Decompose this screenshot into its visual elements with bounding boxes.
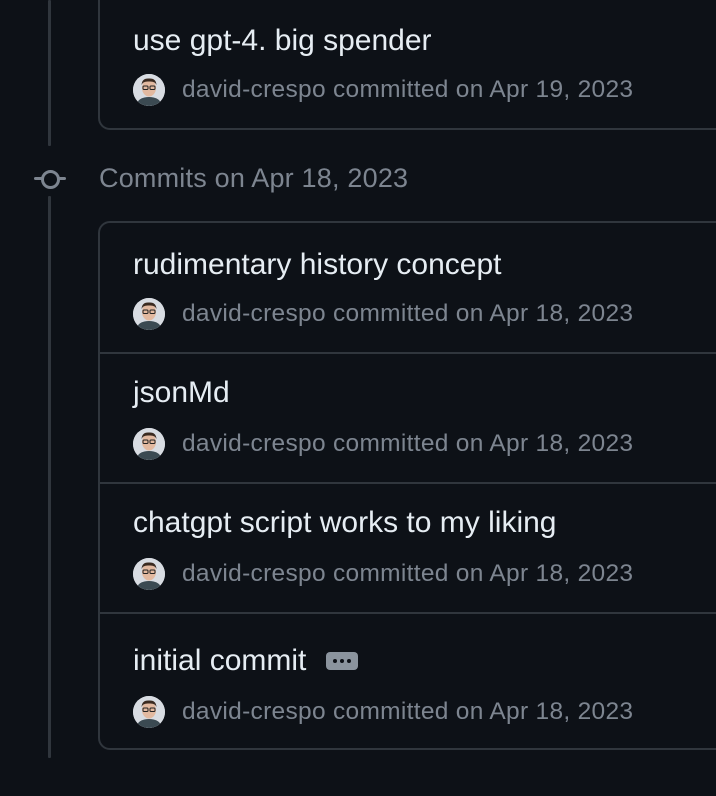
commit-meta: david-crespo committed on Apr 18, 2023 bbox=[133, 298, 633, 330]
commit-row: use gpt-4. big spender david-crespo comm… bbox=[100, 0, 716, 128]
avatar[interactable] bbox=[133, 558, 165, 590]
committed-date: committed on Apr 18, 2023 bbox=[332, 430, 634, 457]
timeline-line bbox=[48, 0, 51, 146]
commit-message-link[interactable]: jsonMd bbox=[133, 376, 230, 410]
author-link[interactable]: david-crespo bbox=[182, 300, 326, 327]
commit-row: rudimentary history concept david-crespo… bbox=[100, 223, 716, 353]
commit-message[interactable]: rudimentary history concept bbox=[133, 248, 502, 282]
commit-message[interactable]: initial commit bbox=[133, 644, 306, 678]
author-link[interactable]: david-crespo bbox=[182, 698, 326, 725]
commit-meta-text: david-crespo committed on Apr 18, 2023 bbox=[182, 430, 633, 458]
commit-row: chatgpt script works to my liking david-… bbox=[100, 484, 716, 613]
commit-message-link[interactable]: use gpt-4. big spender bbox=[133, 24, 432, 58]
committed-date: committed on Apr 18, 2023 bbox=[332, 560, 634, 587]
avatar[interactable] bbox=[133, 696, 165, 728]
commit-group-header: Commits on Apr 18, 2023 bbox=[30, 158, 408, 198]
commit-row: jsonMd david-crespo committed on Apr 18,… bbox=[100, 354, 716, 483]
committed-date: committed on Apr 18, 2023 bbox=[332, 698, 634, 725]
timeline-line bbox=[48, 196, 51, 758]
avatar[interactable] bbox=[133, 298, 165, 330]
commit-message-link[interactable]: chatgpt script works to my liking bbox=[133, 506, 556, 540]
commit-group-title: Commits on Apr 18, 2023 bbox=[99, 162, 409, 193]
committed-date: committed on Apr 18, 2023 bbox=[332, 300, 634, 327]
commit-message[interactable]: chatgpt script works to my liking bbox=[133, 506, 556, 540]
avatar[interactable] bbox=[133, 428, 165, 460]
commit-group-box: rudimentary history concept david-crespo… bbox=[98, 221, 716, 750]
commit-message-link[interactable]: initial commit bbox=[133, 644, 359, 678]
committed-date: committed on Apr 19, 2023 bbox=[332, 76, 634, 103]
kebab-horizontal-icon[interactable] bbox=[326, 652, 359, 670]
author-link[interactable]: david-crespo bbox=[182, 76, 326, 103]
commit-meta: david-crespo committed on Apr 19, 2023 bbox=[133, 74, 633, 106]
commit-meta-text: david-crespo committed on Apr 18, 2023 bbox=[182, 300, 633, 328]
git-commit-icon bbox=[30, 158, 70, 198]
avatar[interactable] bbox=[133, 74, 165, 106]
commit-meta: david-crespo committed on Apr 18, 2023 bbox=[133, 558, 633, 590]
author-link[interactable]: david-crespo bbox=[182, 560, 326, 587]
commit-meta-text: david-crespo committed on Apr 18, 2023 bbox=[182, 560, 633, 588]
commit-meta-text: david-crespo committed on Apr 19, 2023 bbox=[182, 76, 633, 104]
commit-meta: david-crespo committed on Apr 18, 2023 bbox=[133, 428, 633, 460]
commit-message[interactable]: use gpt-4. big spender bbox=[133, 24, 432, 58]
commit-message-link[interactable]: rudimentary history concept bbox=[133, 248, 502, 282]
commit-group-box: use gpt-4. big spender david-crespo comm… bbox=[98, 0, 716, 130]
author-link[interactable]: david-crespo bbox=[182, 430, 326, 457]
commit-meta-text: david-crespo committed on Apr 18, 2023 bbox=[182, 698, 633, 726]
commit-message[interactable]: jsonMd bbox=[133, 376, 230, 410]
commit-meta: david-crespo committed on Apr 18, 2023 bbox=[133, 696, 633, 728]
commit-row: initial commit david-crespo committed on… bbox=[100, 614, 716, 748]
